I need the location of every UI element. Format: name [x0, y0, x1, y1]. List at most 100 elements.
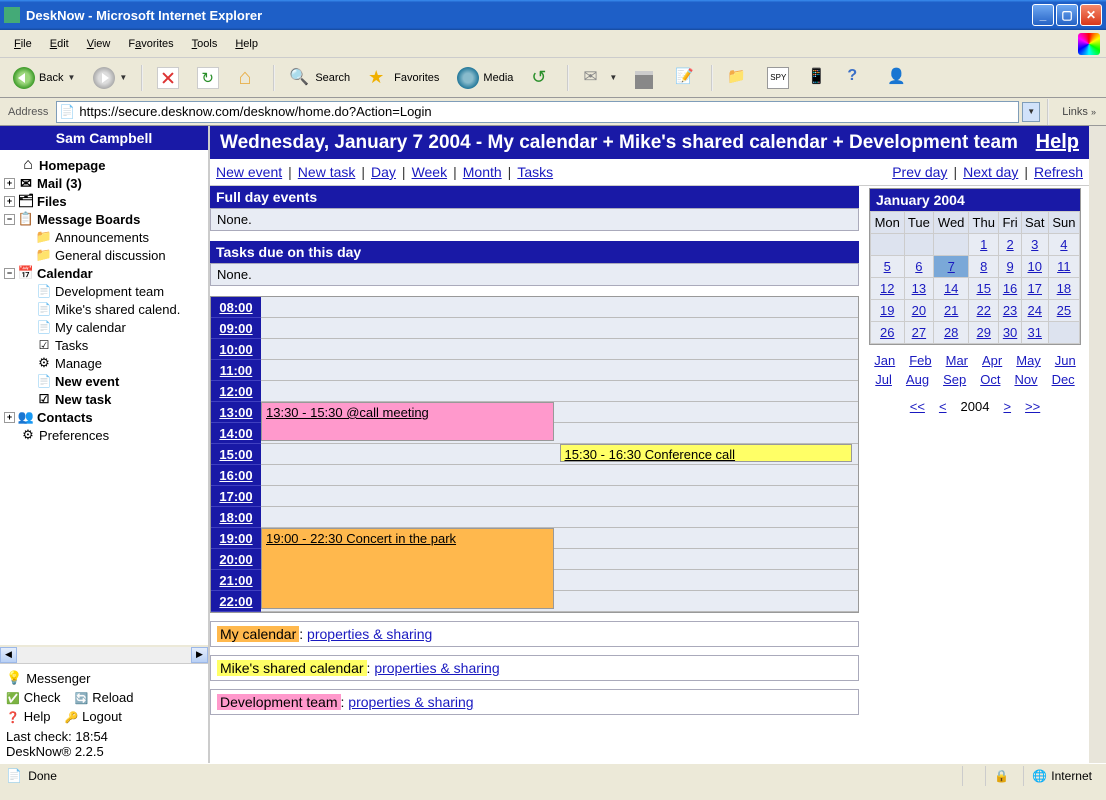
mini-cal-day[interactable]: 13	[904, 278, 934, 300]
scroll-right-button[interactable]: ▶	[191, 647, 208, 663]
mini-cal-day-link[interactable]: 27	[912, 325, 926, 340]
time-label[interactable]: 19:00	[211, 528, 261, 549]
mini-cal-day[interactable]: 1	[969, 234, 999, 256]
messenger-link[interactable]: Messenger	[6, 670, 91, 686]
mini-cal-day-link[interactable]: 16	[1003, 281, 1017, 296]
mini-cal-day-link[interactable]: 2	[1006, 237, 1013, 252]
mini-cal-day[interactable]: 8	[969, 256, 999, 278]
action-tasks[interactable]: Tasks	[517, 164, 553, 180]
menu-view[interactable]: View	[79, 35, 119, 53]
time-label[interactable]: 22:00	[211, 591, 261, 612]
mini-cal-day[interactable]: 21	[934, 300, 969, 322]
media-button[interactable]: Media	[450, 64, 520, 92]
menu-file[interactable]: File	[6, 35, 40, 53]
nav-files[interactable]: +Files	[4, 192, 204, 210]
time-label[interactable]: 21:00	[211, 570, 261, 591]
help-tool-button[interactable]	[840, 64, 876, 92]
time-label[interactable]: 09:00	[211, 318, 261, 339]
mini-cal-day-link[interactable]: 23	[1003, 303, 1017, 318]
year-prev[interactable]: <	[939, 399, 947, 414]
mini-cal-day[interactable]: 9	[999, 256, 1021, 278]
nav-announcements[interactable]: Announcements	[4, 228, 204, 246]
mini-cal-day[interactable]: 26	[871, 322, 905, 344]
nav-dev-team[interactable]: Development team	[4, 282, 204, 300]
mini-cal-day-link[interactable]: 11	[1057, 259, 1071, 274]
time-label[interactable]: 17:00	[211, 486, 261, 507]
mini-cal-day-link[interactable]: 8	[980, 259, 987, 274]
maximize-button[interactable]: ▢	[1056, 4, 1078, 26]
folder-button[interactable]	[720, 64, 756, 92]
action-month[interactable]: Month	[463, 164, 502, 180]
mini-cal-day[interactable]: 29	[969, 322, 999, 344]
mini-cal-day-link[interactable]: 31	[1028, 325, 1042, 340]
event-concert[interactable]: 19:00 - 22:30 Concert in the park	[261, 528, 554, 609]
messenger-button[interactable]	[880, 64, 916, 92]
mini-cal-day[interactable]: 2	[999, 234, 1021, 256]
nav-my-calendar[interactable]: My calendar	[4, 318, 204, 336]
mini-cal-day[interactable]: 27	[904, 322, 934, 344]
action-new-event[interactable]: New event	[216, 164, 282, 180]
mini-cal-day[interactable]: 19	[871, 300, 905, 322]
action-new-task[interactable]: New task	[298, 164, 356, 180]
mini-cal-day-link[interactable]: 22	[977, 303, 991, 318]
scroll-left-button[interactable]: ◀	[0, 647, 17, 663]
mini-cal-day[interactable]: 16	[999, 278, 1021, 300]
time-label[interactable]: 11:00	[211, 360, 261, 381]
mini-cal-day-link[interactable]: 4	[1060, 237, 1067, 252]
favorites-button[interactable]: Favorites	[361, 64, 446, 92]
phone-button[interactable]	[800, 64, 836, 92]
expand-icon[interactable]: +	[4, 178, 15, 189]
time-label[interactable]: 08:00	[211, 297, 261, 318]
links-button[interactable]: Links »	[1056, 106, 1102, 118]
nav-manage[interactable]: Manage	[4, 354, 204, 372]
nav-contacts[interactable]: +Contacts	[4, 408, 204, 426]
mini-cal-day-link[interactable]: 6	[915, 259, 922, 274]
mini-cal-day[interactable]: 24	[1021, 300, 1048, 322]
mini-cal-day[interactable]: 6	[904, 256, 934, 278]
mini-cal-day-link[interactable]: 1	[980, 237, 987, 252]
year-nnext[interactable]: >>	[1025, 399, 1040, 414]
mini-cal-day-link[interactable]: 29	[977, 325, 991, 340]
reload-link[interactable]: Reload	[75, 690, 134, 705]
logout-link[interactable]: Logout	[64, 709, 121, 724]
time-label[interactable]: 20:00	[211, 549, 261, 570]
month-link-jan[interactable]: Jan	[874, 353, 895, 368]
main-vscroll[interactable]	[1089, 126, 1106, 763]
mini-cal-day[interactable]: 3	[1021, 234, 1048, 256]
legend-mycal-props[interactable]: properties & sharing	[307, 626, 432, 642]
mini-cal-day-link[interactable]: 14	[944, 281, 958, 296]
mini-cal-day[interactable]: 18	[1048, 278, 1079, 300]
nav-new-event[interactable]: New event	[4, 372, 204, 390]
mini-cal-day-link[interactable]: 9	[1006, 259, 1013, 274]
expand-icon[interactable]: +	[4, 412, 15, 423]
month-link-oct[interactable]: Oct	[980, 372, 1000, 387]
mini-cal-day-link[interactable]: 10	[1028, 259, 1042, 274]
mini-cal-day[interactable]: 5	[871, 256, 905, 278]
check-link[interactable]: Check	[6, 690, 61, 705]
time-label[interactable]: 13:00	[211, 402, 261, 423]
mini-cal-day-link[interactable]: 15	[977, 281, 991, 296]
time-label[interactable]: 10:00	[211, 339, 261, 360]
mini-cal-day[interactable]: 17	[1021, 278, 1048, 300]
mini-cal-day-link[interactable]: 18	[1057, 281, 1071, 296]
mini-cal-day[interactable]: 20	[904, 300, 934, 322]
nav-message-boards[interactable]: −Message Boards	[4, 210, 204, 228]
collapse-icon[interactable]: −	[4, 214, 15, 225]
print-button[interactable]	[628, 64, 664, 92]
time-label[interactable]: 18:00	[211, 507, 261, 528]
back-button[interactable]: Back ▼	[6, 64, 82, 92]
refresh-button[interactable]	[190, 64, 226, 92]
mini-cal-day[interactable]: 14	[934, 278, 969, 300]
mini-cal-day[interactable]: 28	[934, 322, 969, 344]
month-link-feb[interactable]: Feb	[909, 353, 931, 368]
nav-new-task[interactable]: New task	[4, 390, 204, 408]
mini-cal-day-link[interactable]: 30	[1003, 325, 1017, 340]
home-button[interactable]	[230, 64, 266, 92]
nav-mail[interactable]: +Mail (3)	[4, 174, 204, 192]
nav-tasks[interactable]: Tasks	[4, 336, 204, 354]
time-label[interactable]: 15:00	[211, 444, 261, 465]
month-link-nov[interactable]: Nov	[1014, 372, 1037, 387]
event-call-meeting[interactable]: 13:30 - 15:30 @call meeting	[261, 402, 554, 441]
mini-cal-day-link[interactable]: 25	[1057, 303, 1071, 318]
minimize-button[interactable]: _	[1032, 4, 1054, 26]
